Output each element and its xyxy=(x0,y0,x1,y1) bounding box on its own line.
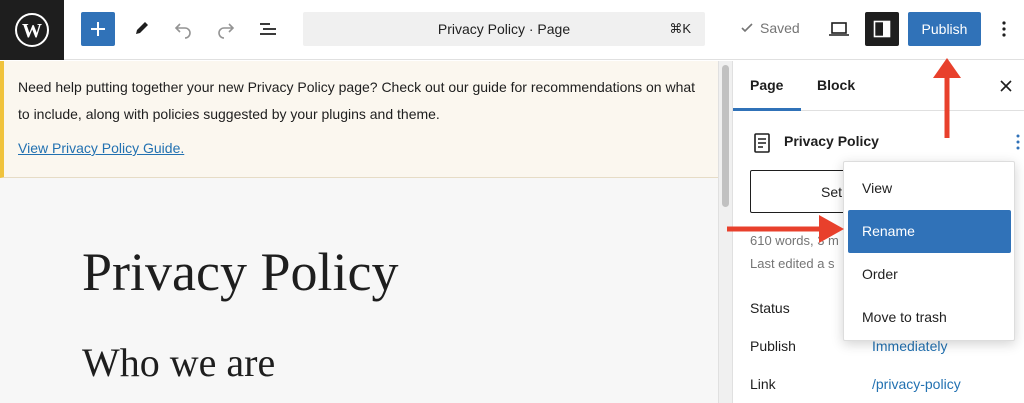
wordpress-logo-icon[interactable]: W xyxy=(0,0,64,60)
checkmark-icon xyxy=(741,23,753,33)
undo-icon xyxy=(174,23,191,39)
tab-block[interactable]: Block xyxy=(817,77,855,93)
link-label: Link xyxy=(750,376,776,392)
tab-page[interactable]: Page xyxy=(750,77,783,93)
status-label: Status xyxy=(750,300,790,316)
pencil-icon xyxy=(136,22,148,34)
undo-button[interactable] xyxy=(166,12,200,46)
notice-message: Need help putting together your new Priv… xyxy=(18,79,696,122)
close-icon[interactable] xyxy=(997,77,1015,95)
editor-scrollbar[interactable] xyxy=(718,61,733,403)
plus-icon xyxy=(91,22,105,36)
scrollbar-thumb[interactable] xyxy=(722,65,729,207)
saved-status: Saved xyxy=(740,20,800,36)
editor-header: W Privacy Policy · Page ⌘K Saved Publish xyxy=(0,0,1024,60)
page-title[interactable]: Privacy Policy xyxy=(82,241,398,303)
preview-button[interactable] xyxy=(822,12,856,46)
options-button[interactable] xyxy=(989,12,1019,46)
redo-icon xyxy=(218,23,235,39)
word-count: 610 words, 3 m xyxy=(750,233,839,248)
settings-toggle-button[interactable] xyxy=(865,12,899,46)
keyboard-shortcut: ⌘K xyxy=(669,21,691,36)
menu-item-rename[interactable]: Rename xyxy=(848,210,1011,253)
menu-item-view[interactable]: View xyxy=(848,167,1011,210)
sidebar-tabs: Page Block xyxy=(733,61,1024,111)
document-overview-button[interactable] xyxy=(251,12,285,46)
document-card-title: Privacy Policy xyxy=(784,133,879,149)
document-title: Privacy Policy · Page xyxy=(437,21,571,37)
add-block-button[interactable] xyxy=(81,12,115,46)
privacy-guide-link[interactable]: View Privacy Policy Guide. xyxy=(18,140,184,156)
laptop-icon xyxy=(829,22,849,36)
page-icon xyxy=(754,133,770,153)
more-vertical-icon[interactable] xyxy=(1011,131,1024,153)
more-vertical-icon xyxy=(1002,21,1006,37)
publish-label: Publish xyxy=(750,338,796,354)
list-view-icon xyxy=(260,23,276,35)
editor-canvas: Need help putting together your new Priv… xyxy=(0,61,718,403)
sidebar-toggle-icon xyxy=(873,20,891,38)
privacy-notice: Need help putting together your new Priv… xyxy=(0,61,718,178)
svg-text:W: W xyxy=(22,20,42,42)
document-card: Privacy Policy xyxy=(750,131,1020,155)
permalink-link[interactable]: /privacy-policy xyxy=(872,376,961,392)
last-edited: Last edited a s xyxy=(750,256,835,271)
menu-item-move-to-trash[interactable]: Move to trash xyxy=(848,296,1011,339)
active-tab-indicator xyxy=(733,108,801,111)
publish-button[interactable]: Publish xyxy=(908,12,981,46)
saved-label: Saved xyxy=(760,20,800,36)
command-palette-button[interactable]: Privacy Policy · Page ⌘K xyxy=(303,12,705,46)
menu-item-order[interactable]: Order xyxy=(848,253,1011,296)
redo-button[interactable] xyxy=(209,12,243,46)
tools-button[interactable] xyxy=(124,12,158,46)
document-actions-menu: View Rename Order Move to trash xyxy=(843,161,1015,341)
heading-block[interactable]: Who we are xyxy=(82,339,275,386)
